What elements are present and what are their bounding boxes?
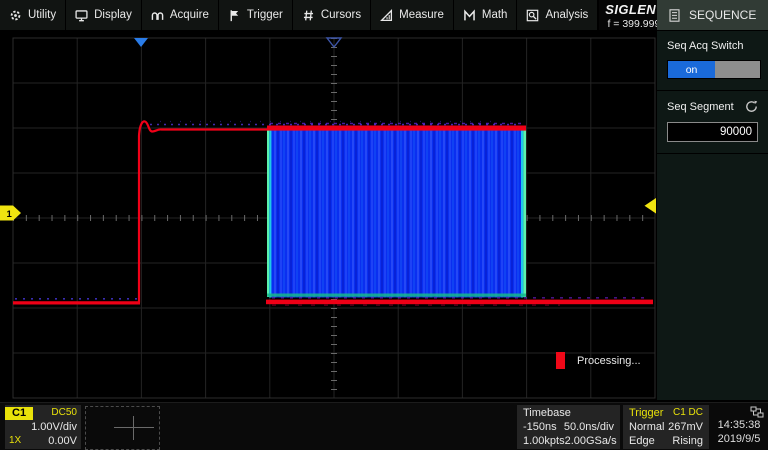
trigger-position-marker[interactable] bbox=[134, 38, 148, 47]
menu-item-label: Utility bbox=[28, 9, 56, 21]
graticule-and-waveform: 1 bbox=[0, 30, 657, 400]
timebase-descriptor-box[interactable]: Timebase -150ns 50.0ns/div 1.00kpts 2.00… bbox=[517, 405, 620, 449]
menu-item-label: Acquire bbox=[170, 9, 209, 21]
sidebar-title: SEQUENCE bbox=[689, 8, 756, 22]
processing-progress-swatch bbox=[556, 352, 565, 369]
math-icon bbox=[463, 9, 476, 22]
timebase-memory: 1.00kpts bbox=[523, 434, 565, 448]
timebase-title: Timebase bbox=[523, 406, 571, 420]
status-bar: C1 DC50 1.00V/div 1X 0.00V Timebase -150… bbox=[0, 402, 768, 450]
trigger-level-marker[interactable] bbox=[645, 198, 657, 214]
seq-acq-switch-toggle[interactable]: on bbox=[667, 60, 761, 79]
processing-indicator: Processing... bbox=[556, 352, 641, 369]
sequence-dialog: SEQUENCE Seq Acq Switch on Seq Segment 9… bbox=[657, 0, 768, 400]
hash-icon bbox=[302, 9, 315, 22]
add-channel-placeholder[interactable] bbox=[85, 406, 160, 450]
menu-item-acquire[interactable]: Acquire bbox=[142, 0, 219, 30]
svg-text:1: 1 bbox=[7, 209, 13, 220]
channel1-offset: 0.00V bbox=[48, 434, 77, 448]
trigger-title: Trigger bbox=[629, 406, 663, 420]
menu-item-measure[interactable]: Measure bbox=[371, 0, 454, 30]
menu-item-utility[interactable]: Utility bbox=[0, 0, 66, 30]
crosshair-icon bbox=[114, 416, 154, 440]
magnifier-chart-icon bbox=[526, 9, 539, 22]
list-icon bbox=[669, 9, 680, 22]
trigger-slope: Rising bbox=[672, 434, 703, 448]
segment-persistence-block bbox=[267, 124, 526, 298]
trigger-level: 267mV bbox=[668, 420, 703, 434]
refresh-icon[interactable] bbox=[745, 100, 758, 113]
siglent-logo: SIGLENT bbox=[605, 2, 664, 17]
menu-item-analysis[interactable]: Analysis bbox=[517, 0, 598, 30]
ruler-icon bbox=[380, 9, 393, 22]
menu-item-label: Analysis bbox=[545, 9, 588, 21]
channel1-scale: 1.00V/div bbox=[31, 420, 77, 434]
toggle-off-state bbox=[715, 61, 760, 78]
waveform-icon bbox=[151, 9, 164, 22]
timebase-scale: 50.0ns/div bbox=[564, 420, 614, 434]
channel1-descriptor-box[interactable]: C1 DC50 1.00V/div 1X 0.00V bbox=[5, 405, 81, 449]
menu-item-label: Trigger bbox=[247, 9, 283, 21]
toggle-on-state: on bbox=[668, 61, 715, 78]
oscilloscope-screen: Utility Display Acquire Trigger Cursors bbox=[0, 0, 768, 450]
menu-item-label: Display bbox=[94, 9, 132, 21]
waveform-display-area[interactable]: 1 Processing... bbox=[0, 30, 657, 400]
trigger-source: C1 DC bbox=[673, 406, 703, 420]
channel1-coupling: DC50 bbox=[51, 406, 77, 420]
processing-label: Processing... bbox=[577, 355, 641, 367]
menu-item-math[interactable]: Math bbox=[454, 0, 518, 30]
clock-time: 14:35:38 bbox=[712, 418, 766, 432]
trigger-descriptor-box[interactable]: Trigger C1 DC Normal 267mV Edge Rising bbox=[623, 405, 709, 449]
trigger-type: Edge bbox=[629, 434, 655, 448]
seq-segment-label: Seq Segment bbox=[667, 101, 734, 113]
menu-bar: Utility Display Acquire Trigger Cursors bbox=[0, 0, 657, 30]
seq-acq-switch-section: Seq Acq Switch on bbox=[657, 31, 768, 91]
menu-item-cursors[interactable]: Cursors bbox=[293, 0, 371, 30]
timebase-delay: -150ns bbox=[523, 420, 557, 434]
clock-date: 2019/9/5 bbox=[712, 432, 766, 446]
seq-acq-switch-label: Seq Acq Switch bbox=[667, 40, 758, 52]
menu-item-label: Measure bbox=[399, 9, 444, 21]
gear-icon bbox=[9, 9, 22, 22]
sequence-dialog-header[interactable]: SEQUENCE bbox=[657, 0, 768, 31]
seq-segment-section: Seq Segment 90000 bbox=[657, 91, 768, 154]
menu-item-label: Cursors bbox=[321, 9, 361, 21]
lan-icon bbox=[750, 406, 764, 418]
timebase-sample-rate: 2.00GSa/s bbox=[565, 434, 617, 448]
seq-segment-input[interactable]: 90000 bbox=[667, 122, 758, 142]
monitor-icon bbox=[75, 9, 88, 22]
menu-item-label: Math bbox=[482, 9, 508, 21]
clock-panel: 14:35:38 2019/9/5 bbox=[712, 405, 766, 449]
menu-item-trigger[interactable]: Trigger bbox=[219, 0, 293, 30]
menu-item-display[interactable]: Display bbox=[66, 0, 142, 30]
channel1-badge: C1 bbox=[5, 407, 33, 420]
channel1-probe: 1X bbox=[5, 434, 21, 448]
flag-icon bbox=[228, 9, 241, 22]
trigger-mode: Normal bbox=[629, 420, 664, 434]
